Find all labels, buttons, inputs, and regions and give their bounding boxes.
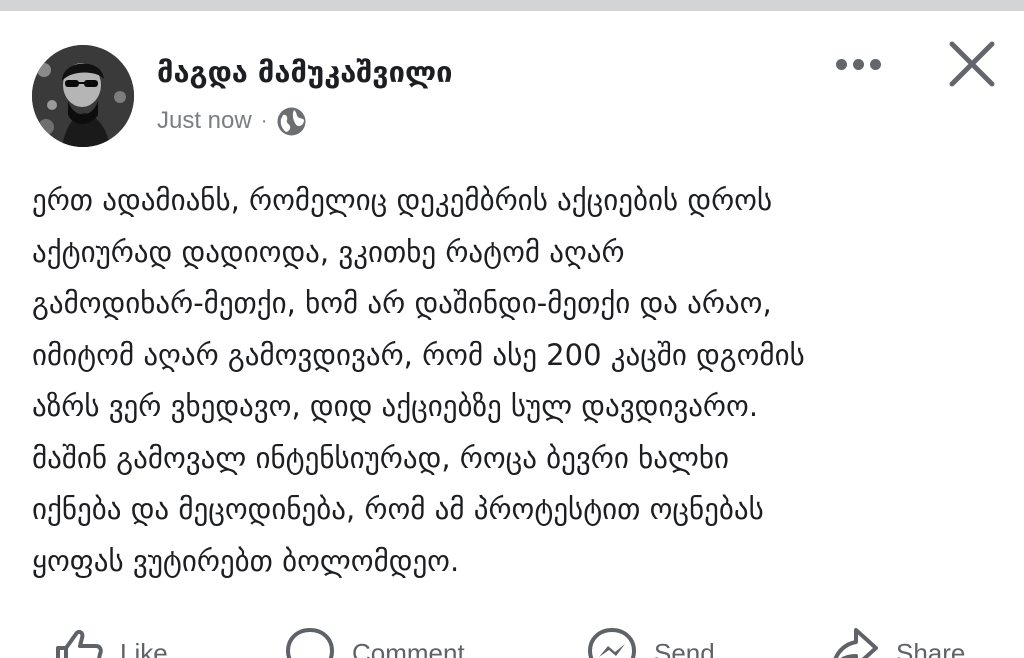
- like-button[interactable]: Like: [52, 618, 168, 658]
- author-name[interactable]: მაგდა მამუკაშვილი: [157, 52, 453, 92]
- meta-separator: ·: [260, 109, 268, 132]
- share-label: Share: [896, 638, 966, 658]
- globe-icon[interactable]: [276, 106, 307, 137]
- more-dot: [853, 59, 864, 70]
- send-label: Send: [654, 638, 715, 658]
- share-button[interactable]: Share: [828, 618, 965, 658]
- close-button[interactable]: [948, 40, 996, 88]
- post-action-bar: Like Comment Send Share: [0, 618, 1024, 658]
- send-button[interactable]: Send: [586, 618, 715, 658]
- top-divider: [0, 0, 1024, 11]
- like-label: Like: [120, 638, 168, 658]
- messenger-icon: [588, 628, 636, 658]
- post-meta: Just now ·: [157, 104, 307, 138]
- comment-button[interactable]: Comment: [284, 618, 465, 658]
- post-card: მაგდა მამუკაშვილი Just now · ერთ ადამიან…: [0, 0, 1024, 658]
- post-text: ერთ ადამიანს, რომელიც დეკემბრის აქციების…: [32, 183, 805, 578]
- timestamp[interactable]: Just now: [157, 107, 252, 135]
- thumbs-up-icon: [56, 629, 103, 658]
- avatar[interactable]: [32, 45, 134, 147]
- share-icon: [833, 628, 878, 658]
- comment-label: Comment: [352, 638, 465, 658]
- comment-icon: [286, 628, 334, 658]
- more-options-button[interactable]: [828, 44, 888, 84]
- more-dot: [870, 59, 881, 70]
- more-horizontal-icon: [836, 59, 847, 70]
- close-icon: [949, 41, 995, 87]
